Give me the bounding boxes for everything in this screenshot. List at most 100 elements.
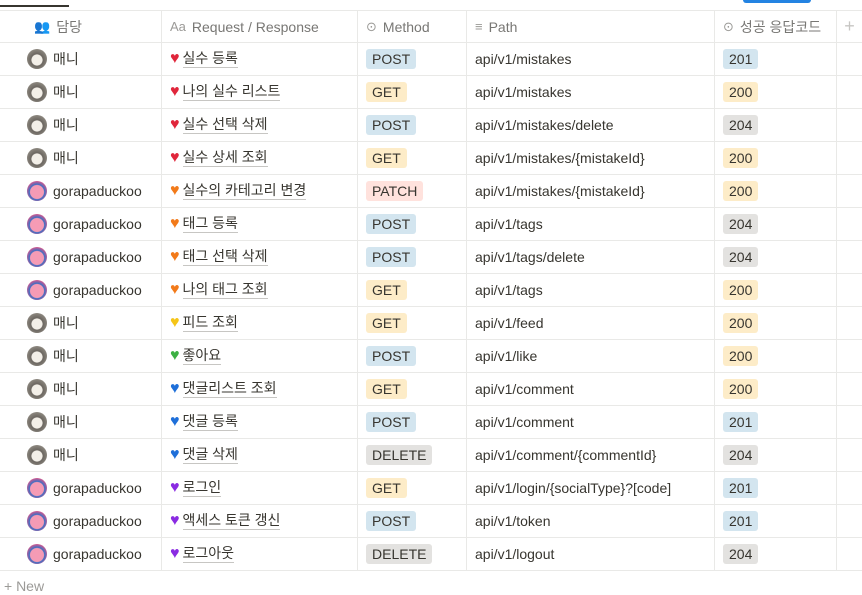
request-cell[interactable]: ♥ 태그 선택 삭제 [162, 241, 358, 273]
request-title-link[interactable]: 나의 태그 조회 [182, 281, 268, 299]
method-cell[interactable]: POST [358, 109, 467, 141]
table-row[interactable]: gorapaduckoo ♥ 태그 등록 POST api/v1/tags 204 [0, 208, 862, 241]
method-cell[interactable]: GET [358, 373, 467, 405]
status-code-cell[interactable]: 204 [715, 439, 837, 471]
column-header-owner[interactable]: 👥 담당 [0, 11, 162, 42]
method-cell[interactable]: DELETE [358, 439, 467, 471]
column-header-method[interactable]: ⊙ Method [358, 11, 467, 42]
request-cell[interactable]: ♥ 피드 조회 [162, 307, 358, 339]
owner-cell[interactable]: 매니 [0, 109, 162, 141]
request-title-link[interactable]: 로그아웃 [182, 545, 235, 563]
path-cell[interactable]: api/v1/logout [467, 538, 715, 570]
path-cell[interactable]: api/v1/tags [467, 274, 715, 306]
status-code-cell[interactable]: 204 [715, 208, 837, 240]
path-cell[interactable]: api/v1/comment/{commentId} [467, 439, 715, 471]
path-cell[interactable]: api/v1/like [467, 340, 715, 372]
owner-cell[interactable]: 매니 [0, 307, 162, 339]
request-title-link[interactable]: 나의 실수 리스트 [182, 83, 281, 101]
path-cell[interactable]: api/v1/comment [467, 406, 715, 438]
table-row[interactable]: 매니 ♥ 실수 상세 조회 GET api/v1/mistakes/{mistak… [0, 142, 862, 175]
table-row[interactable]: gorapaduckoo ♥ 로그인 GET api/v1/login/{soci… [0, 472, 862, 505]
method-cell[interactable]: POST [358, 406, 467, 438]
status-code-cell[interactable]: 201 [715, 406, 837, 438]
request-title-link[interactable]: 실수 선택 삭제 [182, 116, 268, 134]
column-header-path[interactable]: ≡ Path [467, 11, 715, 42]
table-row[interactable]: 매니 ♥ 실수 등록 POST api/v1/mistakes 201 [0, 43, 862, 76]
owner-cell[interactable]: gorapaduckoo [0, 175, 162, 207]
path-cell[interactable]: api/v1/login/{socialType}?[code] [467, 472, 715, 504]
table-row[interactable]: 매니 ♥ 실수 선택 삭제 POST api/v1/mistakes/delete… [0, 109, 862, 142]
owner-cell[interactable]: 매니 [0, 43, 162, 75]
method-cell[interactable]: POST [358, 340, 467, 372]
request-title-link[interactable]: 실수 상세 조회 [182, 149, 268, 167]
method-cell[interactable]: GET [358, 274, 467, 306]
status-code-cell[interactable]: 201 [715, 505, 837, 537]
request-title-link[interactable]: 로그인 [182, 479, 222, 497]
request-cell[interactable]: ♥ 로그아웃 [162, 538, 358, 570]
owner-cell[interactable]: 매니 [0, 340, 162, 372]
owner-cell[interactable]: gorapaduckoo [0, 538, 162, 570]
request-cell[interactable]: ♥ 댓글 삭제 [162, 439, 358, 471]
owner-cell[interactable]: 매니 [0, 76, 162, 108]
status-code-cell[interactable]: 200 [715, 307, 837, 339]
table-row[interactable]: gorapaduckoo ♥ 실수의 카테고리 변경 PATCH api/v1/m… [0, 175, 862, 208]
request-title-link[interactable]: 태그 등록 [182, 215, 238, 233]
request-title-link[interactable]: 피드 조회 [182, 314, 238, 332]
status-code-cell[interactable]: 200 [715, 175, 837, 207]
request-cell[interactable]: ♥ 댓글 등록 [162, 406, 358, 438]
request-cell[interactable]: ♥ 액세스 토큰 갱신 [162, 505, 358, 537]
table-row[interactable]: 매니 ♥ 좋아요 POST api/v1/like 200 [0, 340, 862, 373]
status-code-cell[interactable]: 200 [715, 340, 837, 372]
method-cell[interactable]: GET [358, 142, 467, 174]
owner-cell[interactable]: gorapaduckoo [0, 472, 162, 504]
request-cell[interactable]: ♥ 실수의 카테고리 변경 [162, 175, 358, 207]
path-cell[interactable]: api/v1/mistakes [467, 76, 715, 108]
request-cell[interactable]: ♥ 실수 상세 조회 [162, 142, 358, 174]
path-cell[interactable]: api/v1/mistakes/{mistakeId} [467, 175, 715, 207]
status-code-cell[interactable]: 200 [715, 373, 837, 405]
path-cell[interactable]: api/v1/feed [467, 307, 715, 339]
path-cell[interactable]: api/v1/mistakes [467, 43, 715, 75]
method-cell[interactable]: GET [358, 307, 467, 339]
owner-cell[interactable]: 매니 [0, 373, 162, 405]
path-cell[interactable]: api/v1/tags/delete [467, 241, 715, 273]
path-cell[interactable]: api/v1/tags [467, 208, 715, 240]
table-row[interactable]: gorapaduckoo ♥ 태그 선택 삭제 POST api/v1/tags/… [0, 241, 862, 274]
status-code-cell[interactable]: 201 [715, 472, 837, 504]
path-cell[interactable]: api/v1/comment [467, 373, 715, 405]
status-code-cell[interactable]: 200 [715, 274, 837, 306]
status-code-cell[interactable]: 201 [715, 43, 837, 75]
owner-cell[interactable]: 매니 [0, 142, 162, 174]
request-cell[interactable]: ♥ 나의 실수 리스트 [162, 76, 358, 108]
method-cell[interactable]: PATCH [358, 175, 467, 207]
method-cell[interactable]: POST [358, 241, 467, 273]
request-cell[interactable]: ♥ 실수 선택 삭제 [162, 109, 358, 141]
new-button[interactable] [743, 0, 811, 3]
table-row[interactable]: 매니 ♥ 피드 조회 GET api/v1/feed 200 [0, 307, 862, 340]
request-cell[interactable]: ♥ 나의 태그 조회 [162, 274, 358, 306]
method-cell[interactable]: POST [358, 208, 467, 240]
table-row[interactable]: 매니 ♥ 댓글 등록 POST api/v1/comment 201 [0, 406, 862, 439]
table-row[interactable]: 매니 ♥ 나의 실수 리스트 GET api/v1/mistakes 200 [0, 76, 862, 109]
request-cell[interactable]: ♥ 태그 등록 [162, 208, 358, 240]
method-cell[interactable]: GET [358, 472, 467, 504]
table-row[interactable]: gorapaduckoo ♥ 로그아웃 DELETE api/v1/logout … [0, 538, 862, 571]
request-title-link[interactable]: 태그 선택 삭제 [182, 248, 268, 266]
path-cell[interactable]: api/v1/token [467, 505, 715, 537]
table-row[interactable]: 매니 ♥ 댓글리스트 조회 GET api/v1/comment 200 [0, 373, 862, 406]
method-cell[interactable]: POST [358, 43, 467, 75]
status-code-cell[interactable]: 200 [715, 142, 837, 174]
method-cell[interactable]: DELETE [358, 538, 467, 570]
status-code-cell[interactable]: 204 [715, 538, 837, 570]
status-code-cell[interactable]: 200 [715, 76, 837, 108]
request-title-link[interactable]: 실수 등록 [182, 50, 238, 68]
table-row[interactable]: gorapaduckoo ♥ 나의 태그 조회 GET api/v1/tags 2… [0, 274, 862, 307]
method-cell[interactable]: POST [358, 505, 467, 537]
table-row[interactable]: gorapaduckoo ♥ 액세스 토큰 갱신 POST api/v1/toke… [0, 505, 862, 538]
status-code-cell[interactable]: 204 [715, 241, 837, 273]
request-cell[interactable]: ♥ 좋아요 [162, 340, 358, 372]
owner-cell[interactable]: 매니 [0, 406, 162, 438]
request-title-link[interactable]: 좋아요 [182, 347, 222, 365]
request-title-link[interactable]: 댓글리스트 조회 [182, 380, 277, 398]
owner-cell[interactable]: 매니 [0, 439, 162, 471]
